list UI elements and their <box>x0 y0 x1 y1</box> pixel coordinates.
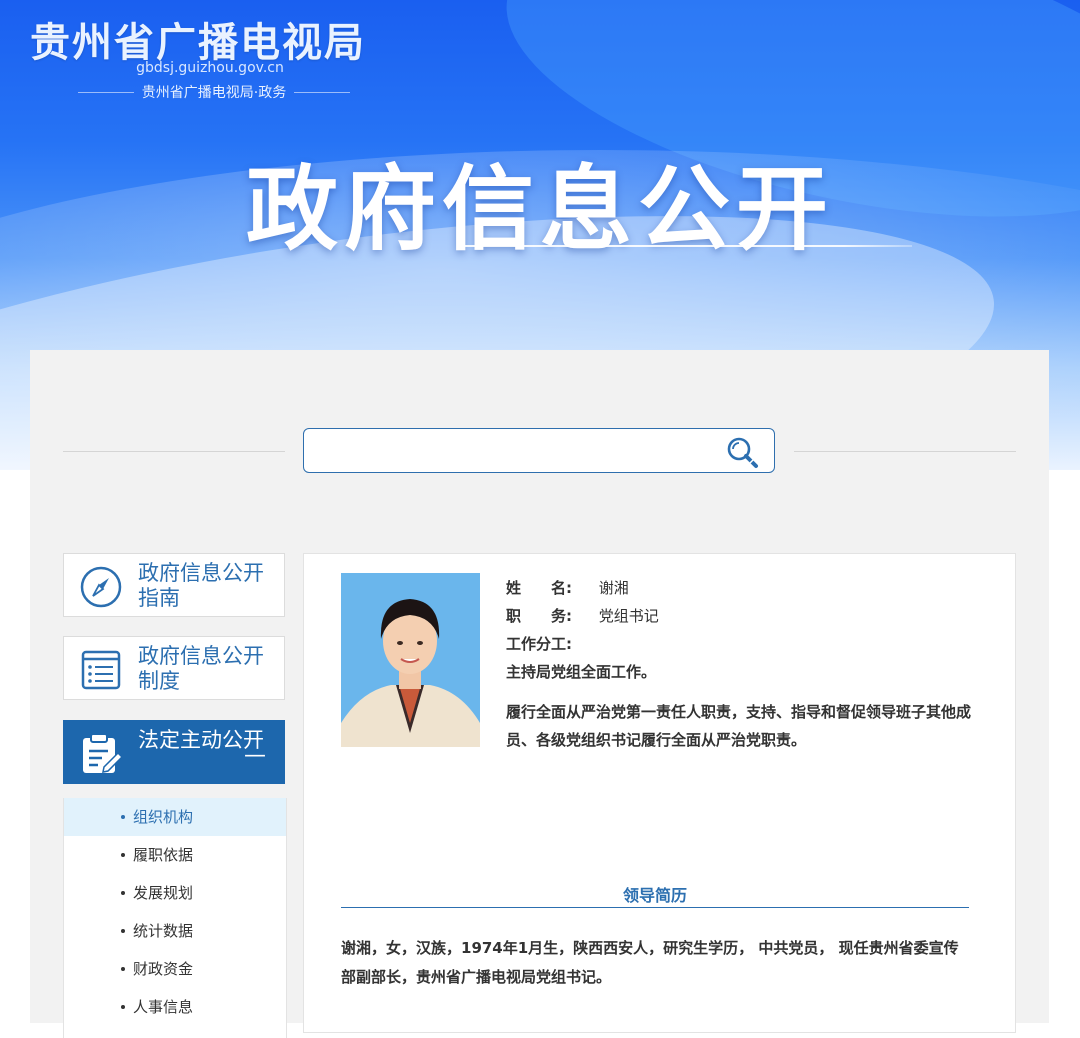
name-label: 姓 名: <box>506 579 572 597</box>
leader-duty: 主持局党组全面工作。 <box>506 663 657 681</box>
title-underline <box>460 245 912 247</box>
position-label: 职 务: <box>506 607 572 625</box>
list-icon <box>81 650 121 690</box>
sidebar-item-label: 财政资金 <box>133 960 194 978</box>
leader-info: 姓 名: 谢湘 职 务: 党组书记 工作分工: 主持局党组全面工作。 履行全面从… <box>506 574 976 754</box>
sidebar-card-label: 政府信息公开制度 <box>138 644 264 693</box>
sidebar-item-finance[interactable]: 财政资金 <box>64 950 286 988</box>
duty-label: 工作分工: <box>506 635 572 653</box>
leader-name: 谢湘 <box>598 579 629 597</box>
main-panel: 政府信息公开指南 政府信息公开制度 法定主动公开 — 组织机构 履职依据 发展规… <box>30 350 1049 1038</box>
search-icon <box>727 437 758 468</box>
sidebar-card-system[interactable]: 政府信息公开制度 <box>63 636 285 700</box>
leader-position: 党组书记 <box>598 607 659 625</box>
subtitle-line-right <box>294 91 351 93</box>
search-box <box>303 428 775 473</box>
leader-profile: 姓 名: 谢湘 职 务: 党组书记 工作分工: 主持局党组全面工作。 履行全面从… <box>303 553 1016 1033</box>
search-input[interactable] <box>312 435 716 469</box>
collapse-toggle[interactable]: — <box>244 743 266 768</box>
resume-divider <box>341 907 969 908</box>
leader-position-row: 职 务: 党组书记 <box>506 602 976 630</box>
sidebar-card-label: 政府信息公开指南 <box>138 561 264 610</box>
site-subtitle: 贵州省广播电视局·政务 <box>78 82 351 102</box>
leader-duty-description: 履行全面从严治党第一责任人职责，支持、指导和督促领导班子其他成员、各级党组织书记… <box>506 703 972 749</box>
compass-icon <box>80 566 122 608</box>
site-domain-text: gbdsj.guizhou.gov.cn <box>136 60 284 76</box>
leader-duty-row: 工作分工: <box>506 630 976 658</box>
search-divider-right <box>794 451 1016 452</box>
search-divider-left <box>63 451 285 452</box>
sidebar-item-stats[interactable]: 统计数据 <box>64 912 286 950</box>
resume-title: 领导简历 <box>622 886 687 905</box>
site-domain: gbdsj.guizhou.gov.cn <box>0 60 420 76</box>
sidebar-item-label: 组织机构 <box>133 808 194 826</box>
search-button[interactable] <box>724 435 762 469</box>
page-title: 政府信息公开 <box>245 156 834 263</box>
sidebar-item-label: 履职依据 <box>133 846 194 864</box>
sidebar-item-basis[interactable]: 履职依据 <box>64 836 286 874</box>
sidebar-item-label: 发展规划 <box>133 884 194 902</box>
portrait-image <box>341 573 480 747</box>
subtitle-line-left <box>78 91 134 93</box>
sidebar-card-guide[interactable]: 政府信息公开指南 <box>63 553 285 617</box>
sidebar-item-plan[interactable]: 发展规划 <box>64 874 286 912</box>
sidebar-item-personnel[interactable]: 人事信息 <box>64 988 286 1026</box>
leader-name-row: 姓 名: 谢湘 <box>506 574 976 602</box>
clipboard-edit-icon <box>83 733 124 773</box>
sidebar-item-label: 统计数据 <box>133 922 194 940</box>
resume-text: 谢湘，女，汉族，1974年1月生，陕西西安人，研究生学历， 中共党员， 现任贵州… <box>341 939 959 986</box>
sidebar-sub-list: 组织机构 履职依据 发展规划 统计数据 财政资金 人事信息 <box>63 798 287 1038</box>
sidebar-item-org[interactable]: 组织机构 <box>64 798 286 836</box>
subtitle-text: 贵州省广播电视局·政务 <box>141 85 287 101</box>
sidebar-item-label: 人事信息 <box>133 998 194 1016</box>
sidebar-card-disclosure[interactable]: 法定主动公开 — <box>63 720 285 784</box>
leader-photo <box>341 573 480 747</box>
